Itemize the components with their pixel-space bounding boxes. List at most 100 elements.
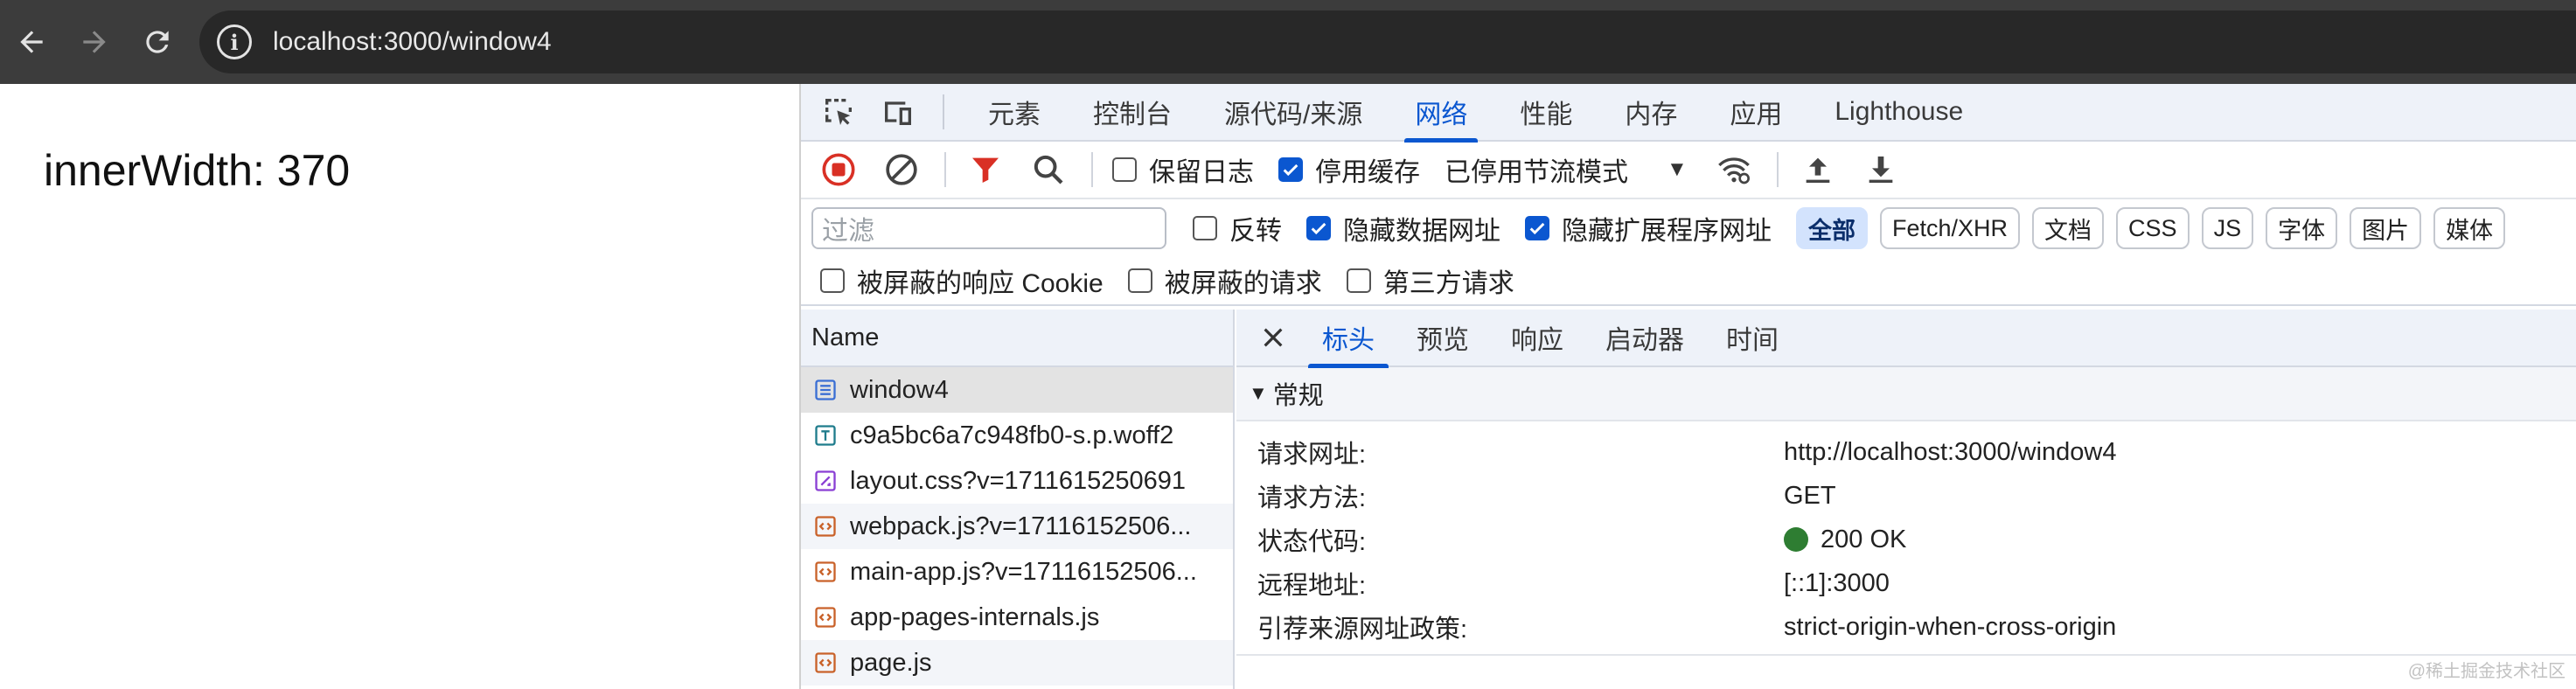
filter-type-js[interactable]: JS (2201, 207, 2254, 249)
filter-input[interactable]: 过滤 (811, 207, 1166, 249)
script-file-icon (815, 561, 836, 582)
details-tabbar: 标头 预览 响应 启动器 时间 (1236, 309, 2576, 368)
third-party-checkbox[interactable]: 第三方请求 (1346, 261, 1514, 300)
script-file-icon (815, 516, 836, 537)
clear-icon[interactable] (881, 150, 922, 190)
throttling-select[interactable]: 已停用节流模式 ▼ (1445, 150, 1688, 189)
stop-recording-icon[interactable] (818, 150, 859, 190)
checkbox-box[interactable] (1127, 268, 1152, 293)
request-row[interactable]: page.js (801, 640, 1233, 686)
header-key: 请求网址: (1257, 441, 1367, 469)
tab-elements[interactable]: 元素 (962, 83, 1067, 141)
request-row[interactable]: window4 (801, 367, 1233, 413)
checkbox-box[interactable] (1306, 216, 1331, 240)
checkbox-box[interactable] (1346, 268, 1371, 293)
preserve-log-checkbox[interactable]: 保留日志 (1112, 150, 1254, 189)
hide-data-urls-checkbox[interactable]: 隐藏数据网址 (1306, 209, 1500, 247)
request-list: Name window4 c9a5bc6a7c948fb0-s.p.woff2 … (801, 310, 1235, 689)
import-har-icon[interactable] (1798, 150, 1838, 190)
filter-type-fetch-xhr[interactable]: Fetch/XHR (1880, 207, 2021, 249)
header-row-remote-address: 远程地址: [::1]:3000 (1236, 561, 2576, 605)
tab-sources[interactable]: 源代码/来源 (1198, 83, 1389, 141)
hide-data-urls-label: 隐藏数据网址 (1343, 217, 1500, 246)
back-button[interactable] (0, 0, 63, 84)
request-row[interactable]: app-pages-internals.js (801, 595, 1233, 640)
request-row[interactable]: webpack.js?v=17116152506... (801, 504, 1233, 549)
tab-memory[interactable]: 内存 (1598, 83, 1703, 141)
arrow-right-icon (83, 31, 106, 53)
site-info-icon[interactable]: i (217, 24, 252, 59)
tab-initiator[interactable]: 启动器 (1584, 309, 1705, 366)
tab-performance[interactable]: 性能 (1493, 83, 1598, 141)
triangle-down-icon: ▼ (1249, 382, 1268, 404)
column-header-name[interactable]: Name (801, 310, 1233, 367)
tab-preview[interactable]: 预览 (1396, 309, 1490, 366)
blocked-cookies-checkbox[interactable]: 被屏蔽的响应 Cookie (820, 261, 1104, 300)
header-key: 状态代码: (1257, 528, 1367, 556)
filter-type-doc[interactable]: 文档 (2032, 207, 2105, 249)
header-value: 200 OK (1784, 525, 1906, 554)
tab-lighthouse[interactable]: Lighthouse (1808, 83, 1989, 141)
invert-checkbox[interactable]: 反转 (1193, 209, 1282, 247)
request-row[interactable]: layout.css?v=1711615250691 (801, 458, 1233, 504)
header-row-request-url: 请求网址: http://localhost:3000/window4 (1236, 430, 2576, 474)
header-value: strict-origin-when-cross-origin (1784, 612, 2117, 641)
reload-button[interactable] (126, 0, 189, 84)
devtools-panel: 元素 控制台 源代码/来源 网络 性能 内存 应用 Lighthouse 保留日… (799, 84, 2576, 689)
disable-cache-checkbox[interactable]: 停用缓存 (1278, 150, 1420, 189)
browser-toolbar: i localhost:3000/window4 (0, 0, 2576, 84)
header-row-referrer-policy: 引荐来源网址政策: strict-origin-when-cross-origi… (1236, 605, 2576, 649)
request-name: app-pages-internals.js (850, 602, 1100, 631)
tab-application[interactable]: 应用 (1703, 83, 1808, 141)
filter-bar-secondary: 被屏蔽的响应 Cookie 被屏蔽的请求 第三方请求 (801, 257, 2576, 306)
request-row[interactable]: c9a5bc6a7c948fb0-s.p.woff2 (801, 413, 1233, 458)
forward-button[interactable] (63, 0, 126, 84)
section-title: 常规 (1272, 382, 1324, 410)
script-file-icon (815, 607, 836, 628)
network-conditions-icon[interactable] (1714, 150, 1754, 190)
header-value: GET (1784, 481, 1836, 510)
address-url[interactable]: localhost:3000/window4 (273, 27, 552, 57)
device-toolbar-icon[interactable] (878, 92, 918, 132)
filter-type-media[interactable]: 媒体 (2433, 207, 2506, 249)
tab-headers[interactable]: 标头 (1301, 309, 1396, 368)
filter-type-img[interactable]: 图片 (2350, 207, 2422, 249)
address-bar[interactable]: i localhost:3000/window4 (199, 10, 2576, 73)
preserve-log-label: 保留日志 (1149, 158, 1254, 187)
section-general-header[interactable]: ▼ 常规 (1236, 367, 2576, 421)
checkbox-box[interactable] (1525, 216, 1549, 240)
checkmark-icon (1529, 222, 1545, 235)
checkbox-box[interactable] (1112, 157, 1137, 182)
tab-timing[interactable]: 时间 (1705, 309, 1800, 366)
filter-bar: 过滤 反转 隐藏数据网址 隐藏扩展程序网址 全部 Fetch/XHR 文档 CS… (801, 199, 2576, 257)
checkbox-box[interactable] (1278, 157, 1303, 182)
inner-width-text: innerWidth: 370 (44, 146, 351, 195)
export-har-icon[interactable] (1861, 150, 1901, 190)
hide-extension-urls-checkbox[interactable]: 隐藏扩展程序网址 (1525, 209, 1772, 247)
tab-response[interactable]: 响应 (1490, 309, 1584, 366)
checkbox-box[interactable] (1193, 216, 1217, 240)
search-icon[interactable] (1028, 150, 1069, 190)
tab-network[interactable]: 网络 (1389, 83, 1493, 143)
divider (1776, 152, 1779, 187)
close-icon[interactable] (1254, 318, 1292, 357)
arrow-left-icon (20, 31, 43, 53)
filter-type-all[interactable]: 全部 (1796, 207, 1868, 249)
checkbox-box[interactable] (820, 268, 845, 293)
filter-icon[interactable] (965, 150, 1006, 190)
blocked-requests-checkbox[interactable]: 被屏蔽的请求 (1127, 261, 1322, 300)
watermark: @稀土掘金技术社区 (2407, 662, 2566, 681)
request-name: layout.css?v=1711615250691 (850, 466, 1187, 495)
request-row[interactable]: main-app.js?v=17116152506... (801, 549, 1233, 595)
request-name: webpack.js?v=17116152506... (850, 512, 1192, 540)
filter-type-css[interactable]: CSS (2116, 207, 2190, 249)
status-ok-icon (1784, 527, 1808, 552)
tab-console[interactable]: 控制台 (1067, 83, 1198, 141)
request-details: 标头 预览 响应 启动器 时间 ▼ 常规 请求网址: http://localh… (1236, 310, 2576, 689)
network-toolbar: 保留日志 停用缓存 已停用节流模式 ▼ (801, 142, 2576, 199)
checkmark-icon (1283, 164, 1298, 177)
divider (1236, 654, 2576, 656)
filter-type-font[interactable]: 字体 (2266, 207, 2338, 249)
request-name: c9a5bc6a7c948fb0-s.p.woff2 (850, 421, 1174, 449)
inspect-element-icon[interactable] (818, 92, 859, 132)
